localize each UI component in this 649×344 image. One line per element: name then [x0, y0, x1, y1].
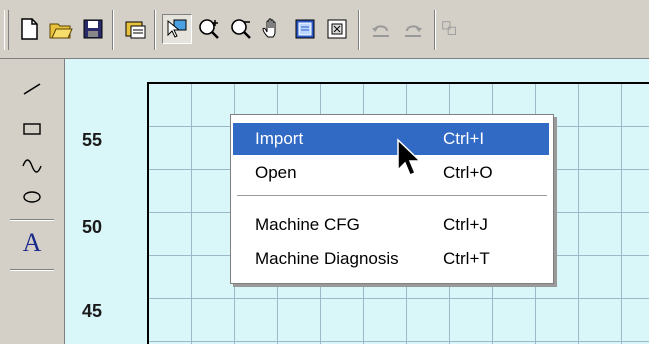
- select-pointer-icon[interactable]: [162, 14, 192, 44]
- menu-item-shortcut: Ctrl+T: [443, 249, 490, 268]
- toolbar: [0, 0, 649, 59]
- fit-page-icon[interactable]: [290, 14, 320, 44]
- toolbar-grip[interactable]: [4, 10, 9, 50]
- tool-palette: A: [0, 59, 65, 344]
- curve-tool-icon[interactable]: [14, 147, 50, 183]
- palette-separator: [10, 219, 54, 221]
- menu-item-label: Machine Diagnosis: [255, 249, 399, 268]
- undo-icon: [366, 14, 396, 44]
- menu-item-shortcut: Ctrl+J: [443, 215, 488, 234]
- y-axis-tick-label: 45: [82, 301, 103, 321]
- menu-item-label: Import: [255, 129, 304, 148]
- menu-item-machine-cfg[interactable]: Machine CFG Ctrl+J: [233, 209, 549, 241]
- menu-item-shortcut: Ctrl+I: [443, 129, 485, 148]
- menu-separator: [237, 195, 547, 196]
- open-folder-icon[interactable]: [46, 14, 76, 44]
- toolbar-separator: [112, 10, 114, 50]
- text-tool-icon[interactable]: A: [14, 225, 50, 261]
- toolbar-separator: [154, 10, 156, 50]
- properties-icon[interactable]: [120, 14, 150, 44]
- context-menu: Import Ctrl+I Open Ctrl+O Machine CFG Ct…: [230, 114, 554, 284]
- menu-item-shortcut: Ctrl+O: [443, 163, 493, 182]
- overflow-tool-icon: [440, 14, 460, 44]
- mouse-cursor-icon: [396, 138, 422, 183]
- redo-icon: [398, 14, 428, 44]
- zoom-extents-icon[interactable]: [322, 14, 352, 44]
- line-tool-icon[interactable]: [14, 71, 50, 107]
- y-axis-tick-label: 50: [82, 217, 103, 237]
- zoom-in-icon[interactable]: [194, 14, 224, 44]
- menu-item-machine-diagnosis[interactable]: Machine Diagnosis Ctrl+T: [233, 243, 549, 275]
- y-axis-tick-label: 55: [82, 130, 103, 150]
- rectangle-tool-icon[interactable]: [14, 111, 50, 147]
- save-icon[interactable]: [78, 14, 108, 44]
- ellipse-tool-icon[interactable]: [14, 179, 50, 215]
- menu-item-label: Machine CFG: [255, 215, 360, 234]
- palette-separator: [10, 269, 54, 271]
- toolbar-separator: [434, 10, 436, 50]
- new-icon[interactable]: [14, 14, 44, 44]
- pan-hand-icon[interactable]: [258, 14, 288, 44]
- zoom-out-icon[interactable]: [226, 14, 256, 44]
- menu-item-import[interactable]: Import Ctrl+I: [233, 123, 549, 155]
- menu-item-open[interactable]: Open Ctrl+O: [233, 157, 549, 189]
- menu-item-label: Open: [255, 163, 297, 182]
- toolbar-separator: [358, 10, 360, 50]
